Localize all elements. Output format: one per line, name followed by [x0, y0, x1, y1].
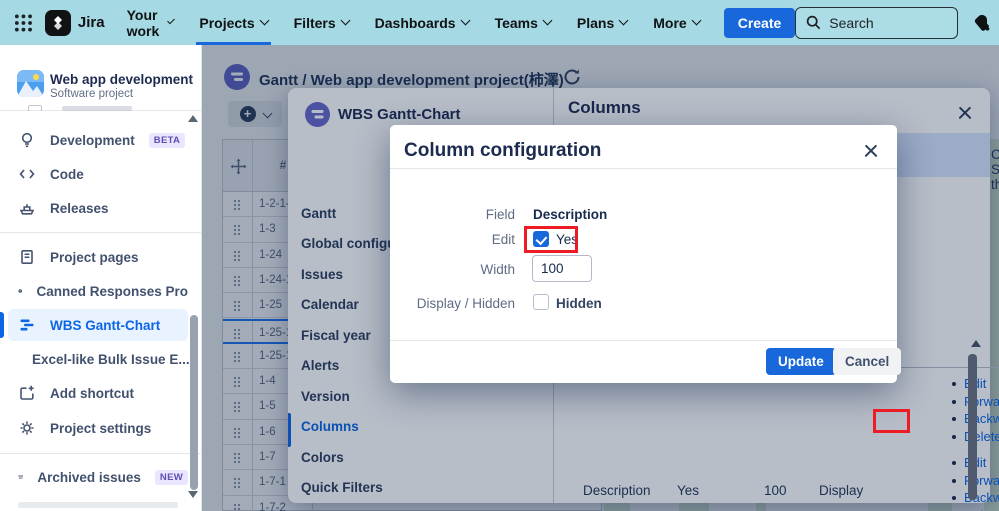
selected-indicator: [0, 312, 4, 338]
divider: [0, 453, 202, 454]
search-box[interactable]: [795, 6, 959, 39]
top-nav: Jira Your work Projects Filters Dashboar…: [0, 0, 999, 45]
close-icon: [861, 141, 881, 161]
create-button[interactable]: Create: [723, 7, 796, 38]
nav-item-teams[interactable]: Teams: [495, 0, 553, 45]
chevron-down-icon: [340, 15, 351, 26]
sidebar-item-development[interactable]: Development BETA: [8, 124, 188, 156]
jira-logo[interactable]: Jira: [44, 9, 105, 36]
sidebar-item-project-pages[interactable]: Project pages: [8, 241, 188, 273]
sidebar-item-project-settings[interactable]: Project settings: [8, 412, 188, 444]
sidebar-item-wbs-gantt-chart[interactable]: WBS Gantt-Chart: [8, 309, 188, 341]
divider: [390, 168, 897, 169]
width-input[interactable]: [532, 255, 592, 282]
cancel-button[interactable]: Cancel: [833, 348, 902, 375]
update-button[interactable]: Update: [766, 348, 836, 375]
sidebar-item-archived-issues[interactable]: Archived issues NEW: [8, 461, 188, 493]
sidebar-item-releases[interactable]: Releases: [8, 192, 188, 224]
edit-label: Edit: [491, 232, 515, 247]
ship-icon: [19, 204, 35, 215]
nav-item-filters[interactable]: Filters: [294, 0, 351, 45]
modal-title: Column configuration: [404, 140, 602, 161]
lightbulb-icon: [21, 132, 33, 148]
project-type: Software project: [50, 88, 134, 100]
chevron-down-icon: [618, 15, 629, 26]
nav-item-more[interactable]: More: [653, 0, 702, 45]
sidebar-item-add-shortcut[interactable]: Add shortcut: [8, 377, 188, 409]
jira-logo-text: Jira: [77, 14, 105, 31]
chevron-down-icon: [542, 15, 553, 26]
nav-item-your-work[interactable]: Your work: [127, 0, 176, 45]
divider: [390, 340, 897, 341]
project-header: Web app development ... Software project: [0, 45, 201, 108]
edit-checkbox-label: Yes: [556, 232, 579, 247]
pages-icon: [21, 249, 33, 264]
field-label: Field: [485, 207, 515, 222]
edit-checkbox[interactable]: [533, 231, 549, 247]
nav-item-plans[interactable]: Plans: [577, 0, 629, 45]
sidebar-scrollbar[interactable]: [190, 315, 198, 490]
chevron-down-icon: [460, 15, 471, 26]
chevron-down-icon: [259, 15, 270, 26]
partially-scrolled-item: [18, 502, 178, 508]
nav-item-projects[interactable]: Projects: [196, 0, 271, 45]
display-hidden-label: Display / Hidden: [416, 296, 515, 311]
code-icon: [19, 169, 35, 179]
sidebar-item-excel-like-bulk[interactable]: Excel-like Bulk Issue E...: [8, 343, 190, 375]
archive-box-icon: [18, 475, 23, 479]
project-avatar: [17, 70, 44, 97]
search-icon: [807, 15, 821, 30]
scroll-down-arrow[interactable]: [188, 491, 198, 498]
project-name: Web app development ...: [50, 72, 196, 87]
beta-badge: BETA: [148, 132, 186, 148]
column-configuration-modal: Column configuration Field Description E…: [390, 125, 902, 383]
add-shortcut-icon: [20, 385, 34, 400]
field-value: Description: [533, 207, 608, 222]
sidebar-item-canned-responses[interactable]: Canned Responses Pro: [8, 275, 188, 307]
chevron-down-icon: [691, 15, 702, 26]
partially-scrolled-item: [16, 103, 166, 111]
hidden-checkbox[interactable]: [533, 294, 549, 310]
chevron-down-icon: [167, 16, 176, 25]
notifications-bell-icon[interactable]: [972, 13, 992, 33]
jira-mark-icon: [44, 9, 71, 36]
modal-close-button[interactable]: [861, 141, 881, 161]
gantt-icon: [20, 319, 34, 331]
scroll-up-arrow[interactable]: [188, 115, 198, 122]
reply-circle-icon: [18, 289, 23, 293]
new-badge: NEW: [154, 469, 188, 485]
sidebar-item-code[interactable]: Code: [8, 158, 188, 190]
app-switcher-icon[interactable]: [14, 13, 33, 33]
project-sidebar: Web app development ... Software project…: [0, 45, 202, 511]
width-label: Width: [480, 262, 515, 277]
gear-icon: [20, 421, 34, 435]
divider: [0, 232, 202, 233]
app-window: Jira Your work Projects Filters Dashboar…: [0, 0, 999, 511]
nav-menu: Your work Projects Filters Dashboards Te…: [127, 0, 702, 45]
hidden-checkbox-label: Hidden: [556, 296, 602, 311]
search-input[interactable]: [829, 14, 940, 31]
nav-item-dashboards[interactable]: Dashboards: [375, 0, 471, 45]
